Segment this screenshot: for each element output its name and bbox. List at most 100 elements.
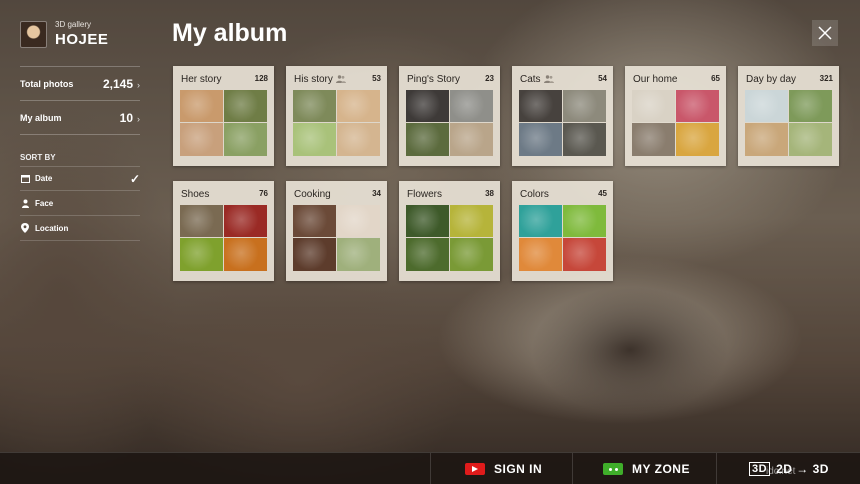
photo-thumbnail [406, 238, 449, 271]
sidebar: 3D gallery HOJEE Total photos 2,145 › My … [20, 18, 140, 241]
album-card[interactable]: His story 53 [286, 66, 387, 166]
profile[interactable]: 3D gallery HOJEE [20, 18, 140, 50]
album-card[interactable]: Flowers 38 [399, 181, 500, 281]
photo-thumbnail [406, 205, 449, 237]
my-album-value-wrap: 10 › [120, 109, 140, 127]
photo-thumbnail [406, 90, 449, 122]
album-thumbnails [180, 90, 267, 156]
calendar-icon [20, 174, 30, 184]
album-header: Her story 128 [173, 66, 274, 90]
photo-thumbnail [180, 238, 223, 271]
album-name: Colors [520, 189, 549, 200]
album-header: Ping's Story 23 [399, 66, 500, 90]
avatar [20, 20, 47, 48]
total-photos-value-wrap: 2,145 › [103, 75, 140, 93]
my-album-value: 10 [119, 110, 133, 125]
album-name-wrap: Flowers [407, 184, 442, 202]
album-card[interactable]: Our home 65 [625, 66, 726, 166]
album-name-wrap: Cats [520, 69, 554, 88]
album-name-wrap: Day by day [746, 69, 796, 87]
user-name: HOJEE [55, 31, 109, 48]
album-header: Our home 65 [625, 66, 726, 90]
sort-option-face[interactable]: Face [20, 191, 140, 216]
photo-thumbnail [450, 90, 493, 122]
album-thumbnails [180, 205, 267, 271]
pin-icon [20, 223, 30, 233]
album-header: Shoes 76 [173, 181, 274, 205]
album-name: Day by day [746, 74, 797, 85]
photo-thumbnail [293, 90, 336, 122]
album-card[interactable]: Cooking 34 [286, 181, 387, 281]
photo-thumbnail [224, 205, 267, 237]
person-icon [20, 198, 30, 208]
total-photos-row[interactable]: Total photos 2,145 › [20, 66, 140, 100]
sort-option-label: Location [35, 223, 69, 233]
photo-thumbnail [519, 123, 562, 156]
my-zone-button[interactable]: MY ZONE [572, 453, 716, 484]
photo-thumbnail [789, 123, 832, 156]
album-thumbnails [745, 90, 832, 156]
album-card[interactable]: Colors 45 [512, 181, 613, 281]
photo-thumbnail [337, 123, 380, 156]
album-card[interactable]: Shoes 76 [173, 181, 274, 281]
photo-thumbnail [563, 205, 606, 237]
photo-thumbnail [789, 90, 832, 122]
album-header: Day by day 321 [738, 66, 839, 90]
album-count: 54 [598, 73, 607, 83]
chevron-right-icon: › [137, 113, 140, 124]
photo-thumbnail [337, 90, 380, 122]
album-count: 53 [372, 73, 381, 83]
album-card[interactable]: Day by day 321 [738, 66, 839, 166]
album-name: Shoes [181, 189, 210, 200]
chevron-right-icon: › [137, 79, 140, 90]
photo-thumbnail [745, 90, 788, 122]
album-name-wrap: Our home [633, 69, 677, 87]
people-icon [543, 70, 554, 88]
bottom-bar: SIGN IN MY ZONE 3D 2D → 3D [0, 452, 860, 484]
photo-thumbnail [563, 123, 606, 156]
sort-option-label: Face [35, 198, 54, 208]
album-name-wrap: Colors [520, 184, 549, 202]
total-photos-value: 2,145 [102, 76, 133, 91]
sort-option-location[interactable]: Location [20, 216, 140, 241]
photo-thumbnail [293, 123, 336, 156]
photo-thumbnail [676, 123, 719, 156]
album-name: Ping's Story [407, 74, 461, 85]
sort-option-label: Date [35, 174, 53, 183]
photo-thumbnail [293, 205, 336, 237]
photo-thumbnail [180, 123, 223, 156]
album-thumbnails [406, 90, 493, 156]
album-name-wrap: Shoes [181, 184, 209, 202]
my-album-label: My album [20, 112, 62, 123]
album-thumbnails [519, 90, 606, 156]
album-name-wrap: Cooking [294, 184, 331, 202]
photo-thumbnail [180, 90, 223, 122]
gallery-label: 3D gallery [55, 20, 92, 29]
my-album-row[interactable]: My album 10 › [20, 100, 140, 134]
album-count: 128 [254, 73, 268, 83]
album-name: Our home [633, 74, 678, 85]
album-name: Flowers [407, 189, 443, 200]
album-card[interactable]: Her story 128 [173, 66, 274, 166]
sign-in-button[interactable]: SIGN IN [430, 453, 572, 484]
photo-thumbnail [563, 238, 606, 271]
album-card[interactable]: Ping's Story 23 [399, 66, 500, 166]
close-icon [818, 26, 832, 40]
my-zone-label: MY ZONE [632, 462, 690, 476]
album-header: Colors 45 [512, 181, 613, 205]
album-count: 34 [372, 188, 381, 198]
album-header: Cats 54 [512, 66, 613, 90]
photo-thumbnail [632, 123, 675, 156]
album-count: 321 [819, 73, 833, 83]
photo-thumbnail [224, 123, 267, 156]
sort-option-date[interactable]: Date ✓ [20, 166, 140, 191]
album-thumbnails [632, 90, 719, 156]
people-icon [335, 70, 346, 88]
photo-thumbnail [450, 123, 493, 156]
youtube-icon [465, 463, 485, 475]
page-title: My album [172, 19, 288, 47]
album-header: Cooking 34 [286, 181, 387, 205]
album-header: Flowers 38 [399, 181, 500, 205]
album-card[interactable]: Cats 54 [512, 66, 613, 166]
close-button[interactable] [812, 20, 838, 46]
